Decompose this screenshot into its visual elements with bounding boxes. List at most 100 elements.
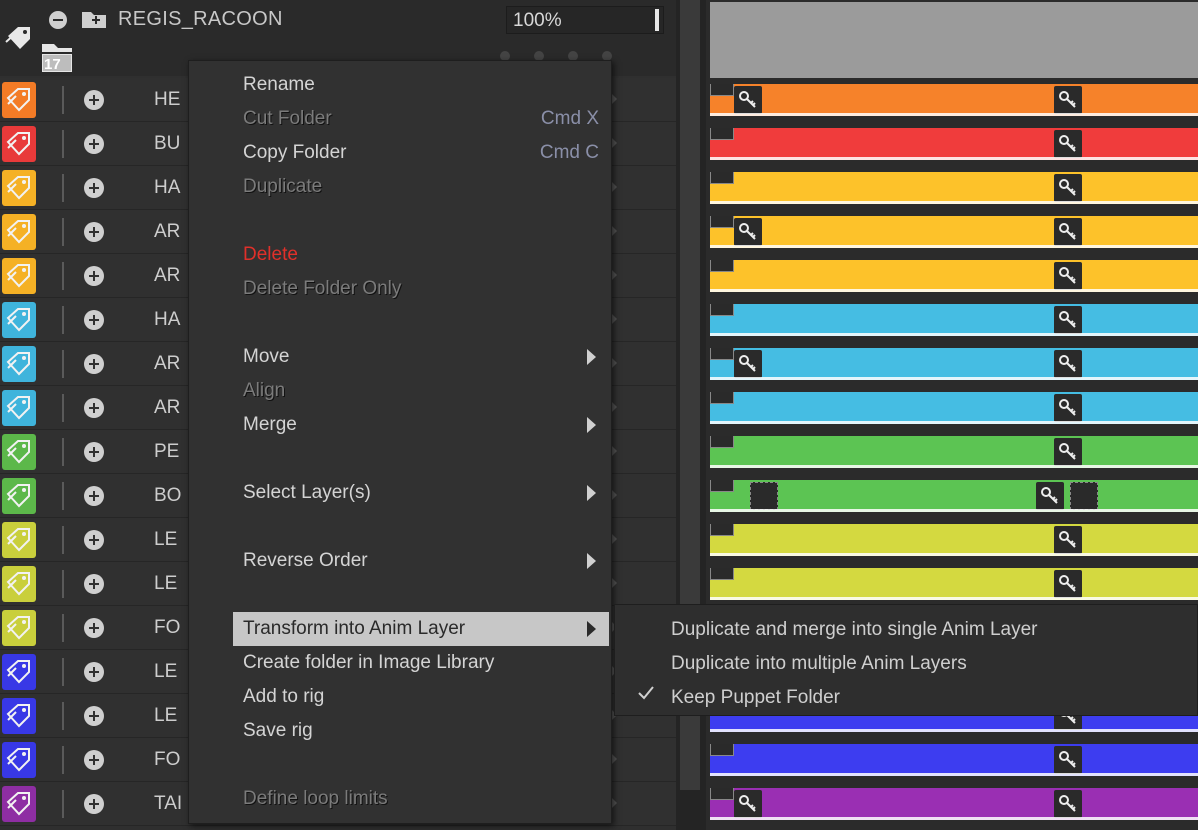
menu-item-define-loop-limits[interactable]: Define loop limits: [243, 788, 388, 810]
keyframe[interactable]: [1054, 350, 1082, 378]
layer-name[interactable]: LE: [154, 705, 177, 727]
keyframe[interactable]: [1054, 438, 1082, 466]
keyframe[interactable]: [1036, 482, 1064, 510]
track-start-marker[interactable]: [710, 524, 734, 536]
menu-item-reverse-order[interactable]: Reverse Order: [243, 550, 368, 572]
keyframe[interactable]: [1054, 262, 1082, 290]
layer-name[interactable]: HE: [154, 89, 180, 111]
layer-name[interactable]: AR: [154, 397, 180, 419]
menu-item-transform-anim-layer[interactable]: Transform into Anim Layer: [243, 618, 465, 640]
layer-name[interactable]: BO: [154, 485, 181, 507]
track-start-marker[interactable]: [710, 568, 734, 580]
keyframe[interactable]: [1054, 218, 1082, 246]
track-start-marker[interactable]: [710, 480, 734, 492]
timeline-track[interactable]: [710, 436, 1198, 468]
menu-item-delete[interactable]: Delete: [243, 244, 298, 266]
timeline-track[interactable]: [710, 172, 1198, 204]
layer-name[interactable]: AR: [154, 265, 180, 287]
menu-item-rename[interactable]: Rename: [243, 74, 315, 96]
folder-add-icon[interactable]: [80, 8, 108, 30]
keyframe[interactable]: [1054, 526, 1082, 554]
submenu-item-duplicate-multiple[interactable]: Duplicate into multiple Anim Layers: [671, 653, 967, 675]
layer-color-tag[interactable]: [2, 566, 36, 602]
layer-name[interactable]: HA: [154, 177, 180, 199]
layer-name[interactable]: TAI: [154, 793, 182, 815]
timeline-track[interactable]: [710, 524, 1198, 556]
layer-name[interactable]: LE: [154, 573, 177, 595]
timeline-track[interactable]: [710, 392, 1198, 424]
layer-color-tag[interactable]: [2, 742, 36, 778]
expand-icon[interactable]: [84, 266, 104, 286]
expand-icon[interactable]: [84, 618, 104, 638]
expand-icon[interactable]: [84, 574, 104, 594]
expand-icon[interactable]: [84, 442, 104, 462]
track-start-marker[interactable]: [710, 260, 734, 272]
menu-item-copy-folder[interactable]: Copy Folder: [243, 142, 347, 164]
expand-icon[interactable]: [84, 222, 104, 242]
folder-name[interactable]: REGIS_RACOON: [118, 8, 283, 31]
collapse-icon[interactable]: [48, 10, 68, 30]
layer-color-tag[interactable]: [2, 82, 36, 118]
track-start-marker[interactable]: [710, 84, 734, 96]
expand-icon[interactable]: [84, 398, 104, 418]
menu-item-merge[interactable]: Merge: [243, 414, 297, 436]
track-start-marker[interactable]: [710, 172, 734, 184]
track-start-marker[interactable]: [710, 348, 734, 360]
keyframe-selected[interactable]: [1070, 482, 1098, 510]
layer-color-tag[interactable]: [2, 170, 36, 206]
timeline-track[interactable]: [710, 744, 1198, 776]
expand-icon[interactable]: [84, 662, 104, 682]
layer-color-tag[interactable]: [2, 258, 36, 294]
layer-color-tag[interactable]: [2, 786, 36, 822]
layer-name[interactable]: BU: [154, 133, 180, 155]
menu-item-add-to-rig[interactable]: Add to rig: [243, 686, 324, 708]
layer-name[interactable]: PE: [154, 441, 179, 463]
layer-color-tag[interactable]: [2, 346, 36, 382]
timeline-track[interactable]: [710, 348, 1198, 380]
layer-name[interactable]: HA: [154, 309, 180, 331]
layer-color-tag[interactable]: [2, 610, 36, 646]
expand-icon[interactable]: [84, 178, 104, 198]
keyframe[interactable]: [1054, 174, 1082, 202]
keyframe[interactable]: [1054, 746, 1082, 774]
keyframe[interactable]: [734, 218, 762, 246]
timeline-track[interactable]: [710, 568, 1198, 600]
layer-color-tag[interactable]: [2, 434, 36, 470]
menu-item-select-layers[interactable]: Select Layer(s): [243, 482, 371, 504]
layer-color-tag[interactable]: [2, 478, 36, 514]
menu-item-save-rig[interactable]: Save rig: [243, 720, 313, 742]
expand-icon[interactable]: [84, 90, 104, 110]
keyframe[interactable]: [1054, 394, 1082, 422]
expand-icon[interactable]: [84, 794, 104, 814]
layer-color-tag[interactable]: [2, 654, 36, 690]
layer-name[interactable]: LE: [154, 661, 177, 683]
track-start-marker[interactable]: [710, 216, 734, 228]
opacity-field[interactable]: 100%: [506, 6, 664, 34]
layer-color-tag[interactable]: [2, 390, 36, 426]
keyframe[interactable]: [1054, 570, 1082, 598]
expand-icon[interactable]: [84, 134, 104, 154]
menu-item-delete-folder-only[interactable]: Delete Folder Only: [243, 278, 401, 300]
timeline-track[interactable]: [710, 480, 1198, 512]
keyframe[interactable]: [734, 86, 762, 114]
menu-item-move[interactable]: Move: [243, 346, 289, 368]
submenu-item-keep-puppet-folder[interactable]: Keep Puppet Folder: [671, 687, 840, 709]
keyframe[interactable]: [734, 790, 762, 818]
submenu-item-duplicate-merge[interactable]: Duplicate and merge into single Anim Lay…: [671, 619, 1037, 641]
layer-name[interactable]: AR: [154, 353, 180, 375]
expand-icon[interactable]: [84, 530, 104, 550]
track-start-marker[interactable]: [710, 392, 734, 404]
timeline-track[interactable]: [710, 788, 1198, 820]
track-start-marker[interactable]: [710, 304, 734, 316]
layer-name[interactable]: FO: [154, 749, 180, 771]
track-start-marker[interactable]: [710, 128, 734, 140]
keyframe[interactable]: [1054, 130, 1082, 158]
menu-item-duplicate[interactable]: Duplicate: [243, 176, 322, 198]
layer-color-tag[interactable]: [2, 214, 36, 250]
track-start-marker[interactable]: [710, 744, 734, 756]
opacity-slider-thumb[interactable]: [655, 9, 659, 31]
track-start-marker[interactable]: [710, 436, 734, 448]
expand-icon[interactable]: [84, 310, 104, 330]
layer-color-tag[interactable]: [2, 126, 36, 162]
layer-name[interactable]: AR: [154, 221, 180, 243]
